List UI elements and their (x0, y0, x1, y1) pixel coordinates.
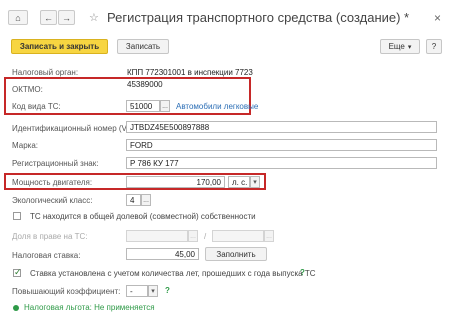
share-separator: / (204, 232, 207, 241)
more-label: Еще (388, 42, 405, 51)
tax-benefit-link[interactable]: Налоговая льгота: Не применяется (24, 303, 155, 312)
eco-class-select-button[interactable]: ... (141, 194, 151, 206)
brand-field[interactable]: FORD (126, 139, 437, 151)
chevron-down-icon: ▾ (407, 43, 412, 51)
vin-label: Идентификационный номер (VIN): (12, 124, 140, 133)
back-button[interactable]: ← (40, 10, 57, 25)
engine-power-unit-select[interactable]: л. с. (228, 176, 250, 188)
help-button[interactable]: ? (426, 39, 442, 54)
tax-authority-value: КПП 772301001 в инспекции 7723 (127, 68, 253, 77)
share-label: Доля в праве на ТС: (12, 232, 88, 241)
rate-by-age-help-icon[interactable]: ? (300, 268, 309, 277)
tax-benefit-indicator-icon (13, 305, 19, 311)
close-icon[interactable]: × (434, 11, 441, 25)
eco-class-field[interactable]: 4 (126, 194, 141, 206)
multiplier-select[interactable]: - (126, 285, 148, 297)
multiplier-help-icon[interactable]: ? (165, 286, 174, 295)
tax-rate-label: Налоговая ставка: (12, 251, 81, 260)
more-button[interactable]: Еще ▾ (380, 39, 420, 54)
oktmo-label: ОКТМО: (12, 85, 43, 94)
reg-sign-label: Регистрационный знак: (12, 159, 99, 168)
engine-power-field[interactable]: 170,00 (126, 176, 225, 188)
engine-power-label: Мощность двигателя: (12, 178, 93, 187)
brand-label: Марка: (12, 141, 38, 150)
vehicle-type-link[interactable]: Автомобили легковые (176, 102, 258, 111)
save-and-close-button[interactable]: Записать и закрыть (11, 39, 108, 54)
shared-property-label: ТС находится в общей долевой (совместной… (30, 212, 256, 221)
fill-button[interactable]: Заполнить (205, 247, 267, 261)
home-button[interactable]: ⌂ (8, 10, 28, 25)
share-denominator-button[interactable]: ... (264, 230, 274, 242)
rate-by-age-label: Ставка установлена с учетом количества л… (30, 269, 316, 278)
chevron-down-icon[interactable]: ▾ (250, 176, 260, 188)
vin-field[interactable]: JTBDZ45E500897888 (126, 121, 437, 133)
eco-class-label: Экологический класс: (12, 196, 93, 205)
vehicle-code-label: Код вида ТС: (12, 102, 61, 111)
tax-authority-label: Налоговый орган: (12, 68, 79, 77)
reg-sign-field[interactable]: Р 786 КУ 177 (126, 157, 437, 169)
oktmo-value: 45389000 (127, 80, 163, 89)
vehicle-code-select-button[interactable]: ... (160, 100, 170, 112)
page-title: Регистрация транспортного средства (созд… (107, 10, 410, 25)
shared-property-checkbox[interactable] (13, 212, 21, 220)
save-button[interactable]: Записать (117, 39, 169, 54)
tax-rate-field[interactable]: 45,00 (126, 248, 199, 260)
share-denominator-field[interactable] (212, 230, 264, 242)
multiplier-label: Повышающий коэффициент: (12, 287, 121, 296)
chevron-down-icon[interactable]: ▾ (148, 285, 158, 297)
share-numerator-field[interactable] (126, 230, 188, 242)
forward-button[interactable]: → (58, 10, 75, 25)
favorite-star-icon[interactable]: ☆ (89, 11, 99, 24)
share-numerator-button[interactable]: ... (188, 230, 198, 242)
vehicle-code-field[interactable]: 51000 (126, 100, 160, 112)
rate-by-age-checkbox[interactable] (13, 267, 22, 278)
